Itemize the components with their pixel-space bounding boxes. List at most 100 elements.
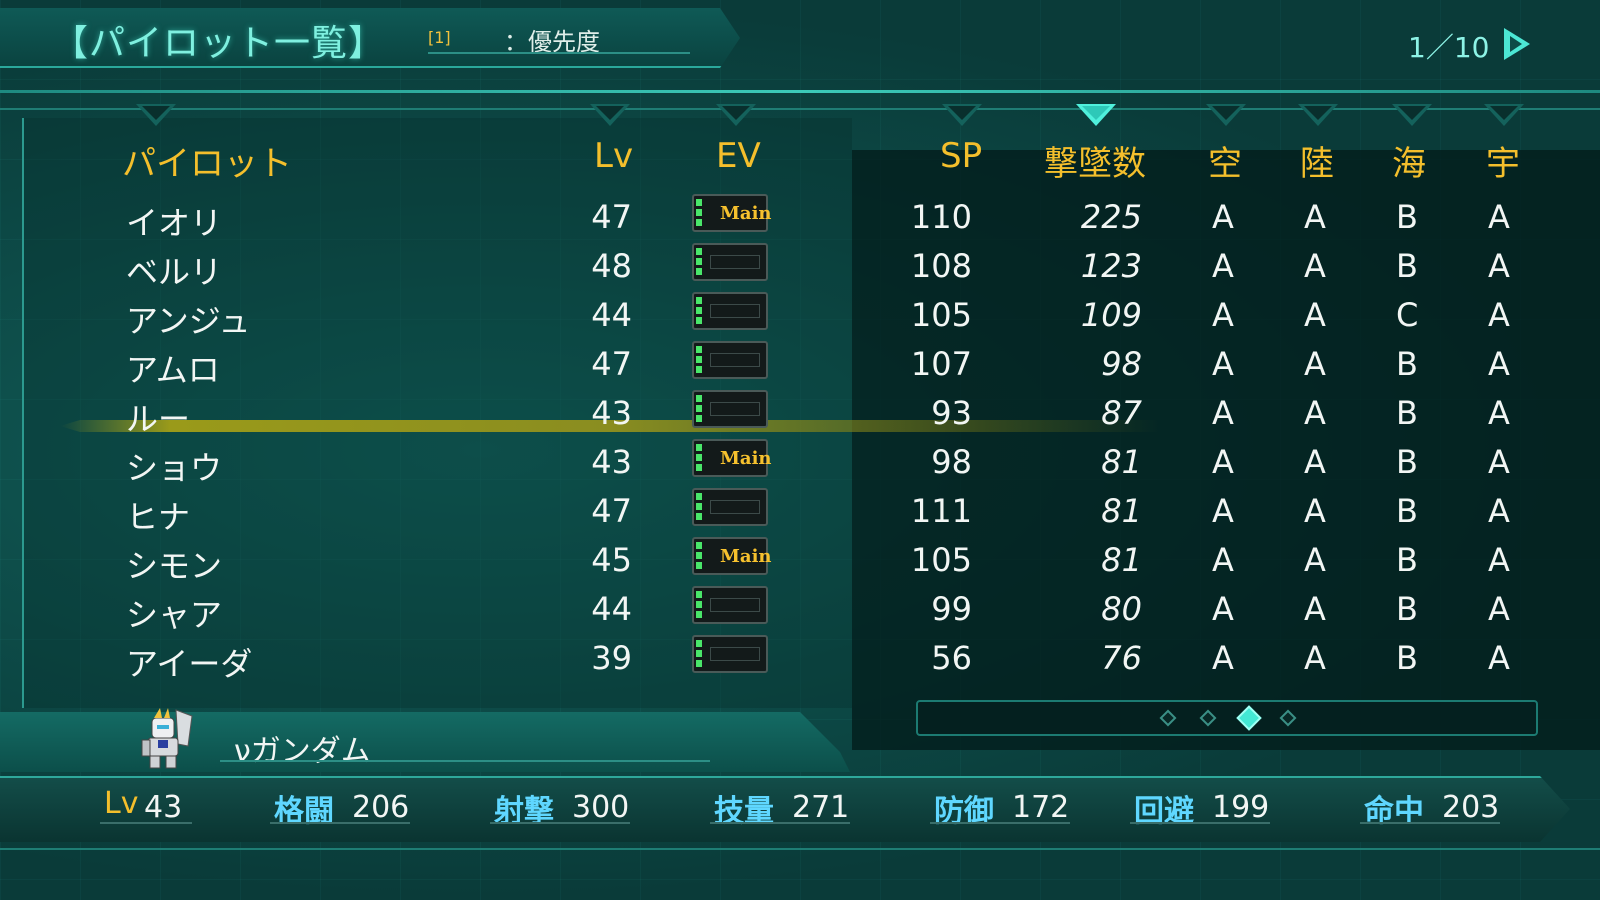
column-header-land[interactable]: 陸 [1300, 136, 1334, 185]
pilot-name: ヒナ [126, 498, 191, 536]
pilot-lv: 43 [591, 443, 632, 481]
pilot-kills: 109 [1080, 296, 1142, 334]
pilot-sea-rank: B [1396, 443, 1418, 481]
pilot-air-rank: A [1212, 296, 1234, 334]
stat-skill-value: 271 [792, 790, 850, 825]
sort-marker-ev[interactable] [716, 104, 756, 126]
pilot-space-rank: A [1488, 296, 1510, 334]
pilot-name: シモン [126, 547, 223, 585]
unit-name-underline [220, 760, 710, 762]
pilot-lv: 48 [591, 247, 632, 285]
mobile-suit-icon [140, 706, 200, 770]
pilot-space-rank: A [1488, 590, 1510, 628]
sort-marker-space[interactable] [1484, 104, 1524, 126]
table-row[interactable] [0, 590, 1600, 639]
ev-status-lights-icon [696, 591, 704, 619]
stat-skill-underline [710, 822, 850, 824]
stat-hit-value: 203 [1442, 790, 1500, 825]
table-row[interactable] [0, 345, 1600, 394]
table-row[interactable] [0, 394, 1600, 443]
pilot-sea-rank: B [1396, 590, 1418, 628]
pilot-lv: 47 [591, 345, 632, 383]
sort-marker-land[interactable] [1298, 104, 1338, 126]
ev-status-lights-icon [696, 199, 704, 227]
pilot-kills: 225 [1080, 198, 1142, 236]
column-header-sea[interactable]: 海 [1392, 136, 1426, 185]
stat-lv-underline [100, 822, 192, 824]
table-row[interactable] [0, 198, 1600, 247]
pilot-sp: 105 [910, 541, 972, 579]
ev-status-lights-icon [696, 297, 704, 325]
pilot-lv: 47 [591, 492, 632, 530]
pilot-sp: 56 [931, 639, 972, 677]
ev-status-lights-icon [696, 493, 704, 521]
ev-slot [692, 635, 768, 673]
column-header-pilot[interactable]: パイロット [122, 136, 292, 185]
pilot-kills: 81 [1101, 492, 1142, 530]
pilot-air-rank: A [1212, 247, 1234, 285]
sort-marker-sea[interactable] [1392, 104, 1432, 126]
stat-lv-label: Lv [104, 786, 139, 821]
pilot-sea-rank: C [1396, 296, 1419, 334]
ev-empty-slot [710, 598, 760, 612]
pilot-name: ベルリ [126, 253, 223, 291]
sort-marker-kills[interactable] [1076, 104, 1116, 126]
pilot-lv: 43 [591, 394, 632, 432]
pilot-air-rank: A [1212, 590, 1234, 628]
stat-shoot-underline [490, 822, 630, 824]
sort-marker-pilot[interactable] [136, 104, 176, 126]
table-row[interactable] [0, 247, 1600, 296]
ev-empty-slot [710, 353, 760, 367]
pilot-name: アイーダ [126, 645, 253, 683]
pilot-lv: 44 [591, 296, 632, 334]
pilot-space-rank: A [1488, 247, 1510, 285]
column-header-air[interactable]: 空 [1208, 136, 1242, 185]
table-row[interactable] [0, 541, 1600, 590]
stats-bar [0, 776, 1570, 842]
table-row[interactable] [0, 443, 1600, 492]
pilot-space-rank: A [1488, 198, 1510, 236]
stat-lv-value: 43 [144, 790, 183, 825]
column-header-kills[interactable]: 撃墜数 [1044, 136, 1146, 185]
pilot-space-rank: A [1488, 639, 1510, 677]
pilot-air-rank: A [1212, 394, 1234, 432]
pilot-sea-rank: B [1396, 345, 1418, 383]
pilot-land-rank: A [1304, 394, 1326, 432]
ev-status-lights-icon [696, 640, 704, 668]
pilot-air-rank: A [1212, 639, 1234, 677]
pilot-land-rank: A [1304, 639, 1326, 677]
ev-main-label: Main [720, 448, 772, 469]
pilot-land-rank: A [1304, 198, 1326, 236]
column-header-sp[interactable]: SP [940, 136, 982, 176]
pilot-sea-rank: B [1396, 247, 1418, 285]
sort-marker-sp[interactable] [942, 104, 982, 126]
column-header-ev[interactable]: EV [716, 136, 761, 176]
ev-status-lights-icon [696, 248, 704, 276]
ev-empty-slot [710, 647, 760, 661]
top-divider-secondary [0, 108, 1600, 110]
pilot-sea-rank: B [1396, 198, 1418, 236]
ev-status-lights-icon [696, 542, 704, 570]
pilot-sea-rank: B [1396, 541, 1418, 579]
pilot-sea-rank: B [1396, 492, 1418, 530]
pilot-kills: 87 [1101, 394, 1142, 432]
ev-empty-slot [710, 500, 760, 514]
pilot-space-rank: A [1488, 492, 1510, 530]
table-row[interactable] [0, 492, 1600, 541]
pilot-air-rank: A [1212, 492, 1234, 530]
column-header-lv[interactable]: Lv [594, 136, 633, 176]
pilot-space-rank: A [1488, 394, 1510, 432]
sort-marker-lv[interactable] [590, 104, 630, 126]
ev-empty-slot [710, 255, 760, 269]
sort-marker-air[interactable] [1206, 104, 1246, 126]
pilot-sp: 111 [910, 492, 972, 530]
ev-slot [692, 488, 768, 526]
pilot-sp: 107 [910, 345, 972, 383]
pilot-lv: 39 [591, 639, 632, 677]
pilot-name: イオリ [126, 204, 223, 242]
pilot-space-rank: A [1488, 541, 1510, 579]
priority-key-hint: [1] [428, 28, 451, 47]
column-header-space[interactable]: 宇 [1486, 136, 1520, 185]
pilot-air-rank: A [1212, 345, 1234, 383]
stat-melee-value: 206 [352, 790, 410, 825]
